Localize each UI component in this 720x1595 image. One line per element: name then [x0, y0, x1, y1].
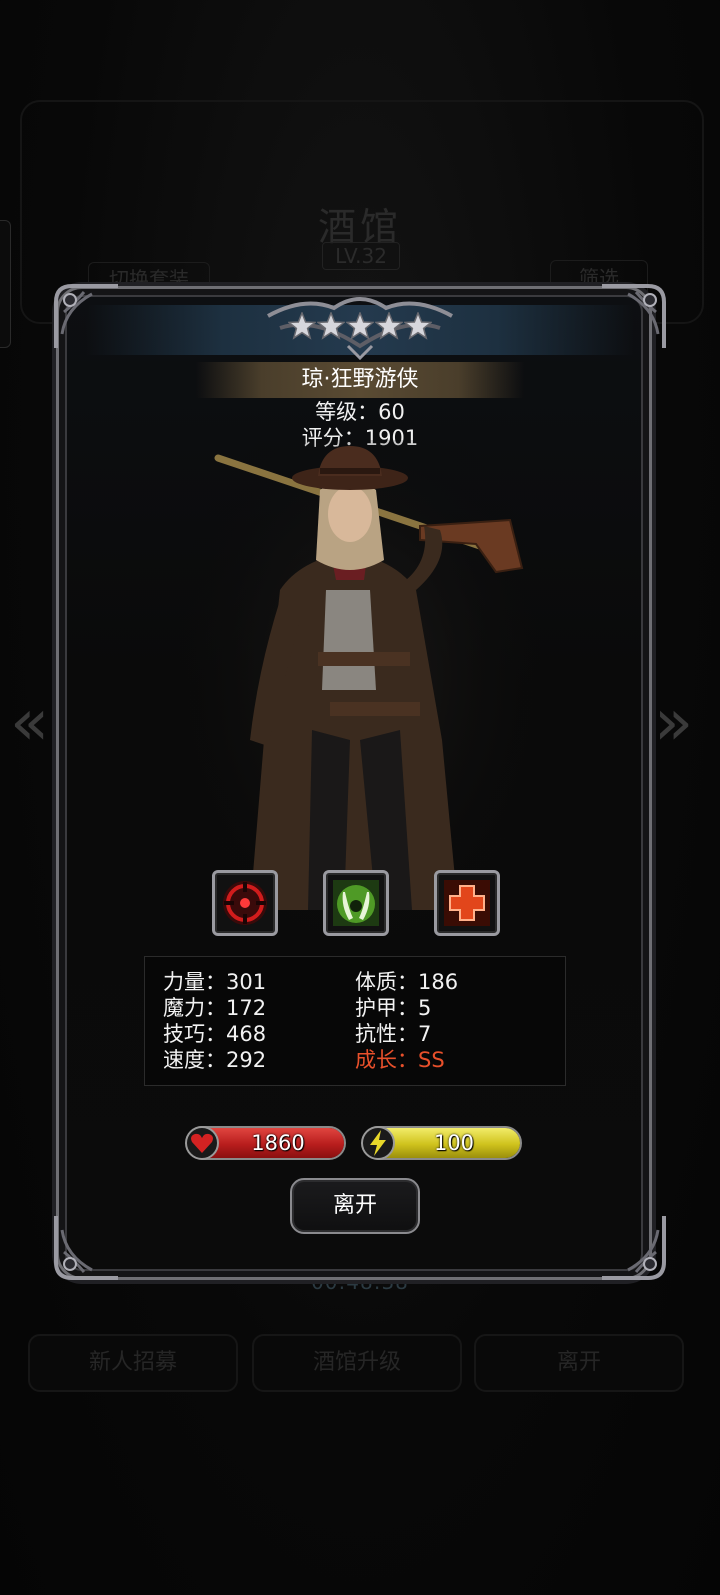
stat-armor: 护甲：5 — [355, 996, 432, 1020]
hero-level: 等级：60 — [315, 400, 405, 424]
star-icon — [375, 312, 403, 340]
ornament-corner-icon — [602, 284, 666, 348]
tavern-level-badge: LV.32 — [322, 242, 400, 270]
stat-resistance: 抗性：7 — [355, 1022, 432, 1046]
background-leave-button[interactable]: 离开 — [474, 1334, 684, 1392]
green-beast-skill-icon — [333, 880, 379, 926]
heart-icon — [185, 1126, 219, 1160]
energy-value: 100 — [433, 1131, 475, 1155]
stat-speed: 速度：292 — [163, 1048, 267, 1072]
recruit-button[interactable]: 新人招募 — [28, 1334, 238, 1392]
leave-button[interactable]: 离开 — [290, 1178, 420, 1234]
skill-slot-2[interactable] — [323, 870, 389, 936]
stats-panel: 力量：301 魔力：172 技巧：468 速度：292 体质：186 护甲：5 … — [144, 956, 566, 1086]
tavern-upgrade-button[interactable]: 酒馆升级 — [252, 1334, 462, 1392]
stats-right-column: 体质：186 护甲：5 抗性：7 成长：SS — [355, 969, 535, 1073]
hero-name: 琼·狂野游侠 — [196, 362, 524, 398]
skill-slot-3[interactable] — [434, 870, 500, 936]
previous-hero-arrow-icon[interactable]: « — [10, 688, 60, 758]
ornament-corner-icon — [54, 284, 118, 348]
stat-magic: 魔力：172 — [163, 996, 267, 1020]
star-icon — [404, 312, 432, 340]
stat-strength: 力量：301 — [163, 970, 267, 994]
star-icon — [288, 312, 316, 340]
lightning-icon — [361, 1126, 395, 1160]
stat-skill: 技巧：468 — [163, 1022, 267, 1046]
skill-row — [212, 870, 500, 940]
crosshair-skill-icon — [223, 881, 267, 925]
star-icon — [317, 312, 345, 340]
stats-left-column: 力量：301 魔力：172 技巧：468 速度：292 — [163, 969, 343, 1073]
ornament-corner-icon — [54, 1216, 118, 1280]
stat-constitution: 体质：186 — [355, 970, 459, 994]
stat-growth: 成长：SS — [355, 1048, 445, 1072]
skill-slot-1[interactable] — [212, 870, 278, 936]
star-rating — [288, 308, 432, 346]
red-cross-skill-icon — [444, 880, 490, 926]
next-hero-arrow-icon[interactable]: » — [654, 688, 704, 758]
hp-value: 1860 — [251, 1131, 305, 1155]
star-icon — [346, 312, 374, 340]
ornament-corner-icon — [602, 1216, 666, 1280]
